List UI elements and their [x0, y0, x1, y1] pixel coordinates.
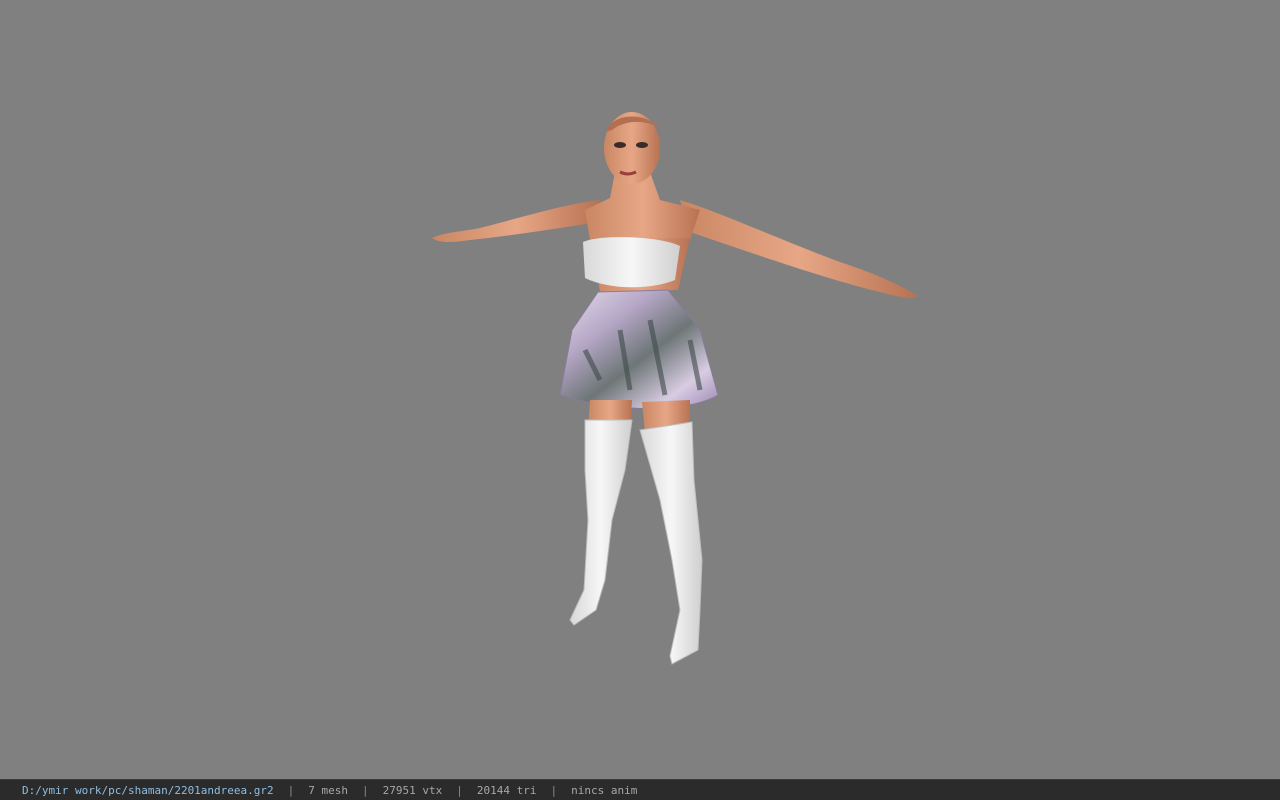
separator: |	[550, 783, 558, 797]
separator: |	[362, 783, 369, 797]
vertex-count: 27951 vtx	[382, 783, 443, 797]
animation-status: nincs anim	[571, 783, 638, 797]
character-model-icon	[432, 112, 918, 665]
mesh-count: 7 mesh	[308, 783, 349, 797]
status-bar: D:/ymir work/pc/shaman/2201andreea.gr2 |…	[0, 779, 1280, 800]
separator: |	[287, 783, 295, 797]
triangle-count: 20144 tri	[476, 783, 537, 797]
file-path: D:/ymir work/pc/shaman/2201andreea.gr2	[22, 783, 274, 797]
separator: |	[456, 783, 463, 797]
3d-viewport[interactable]	[0, 0, 1280, 779]
